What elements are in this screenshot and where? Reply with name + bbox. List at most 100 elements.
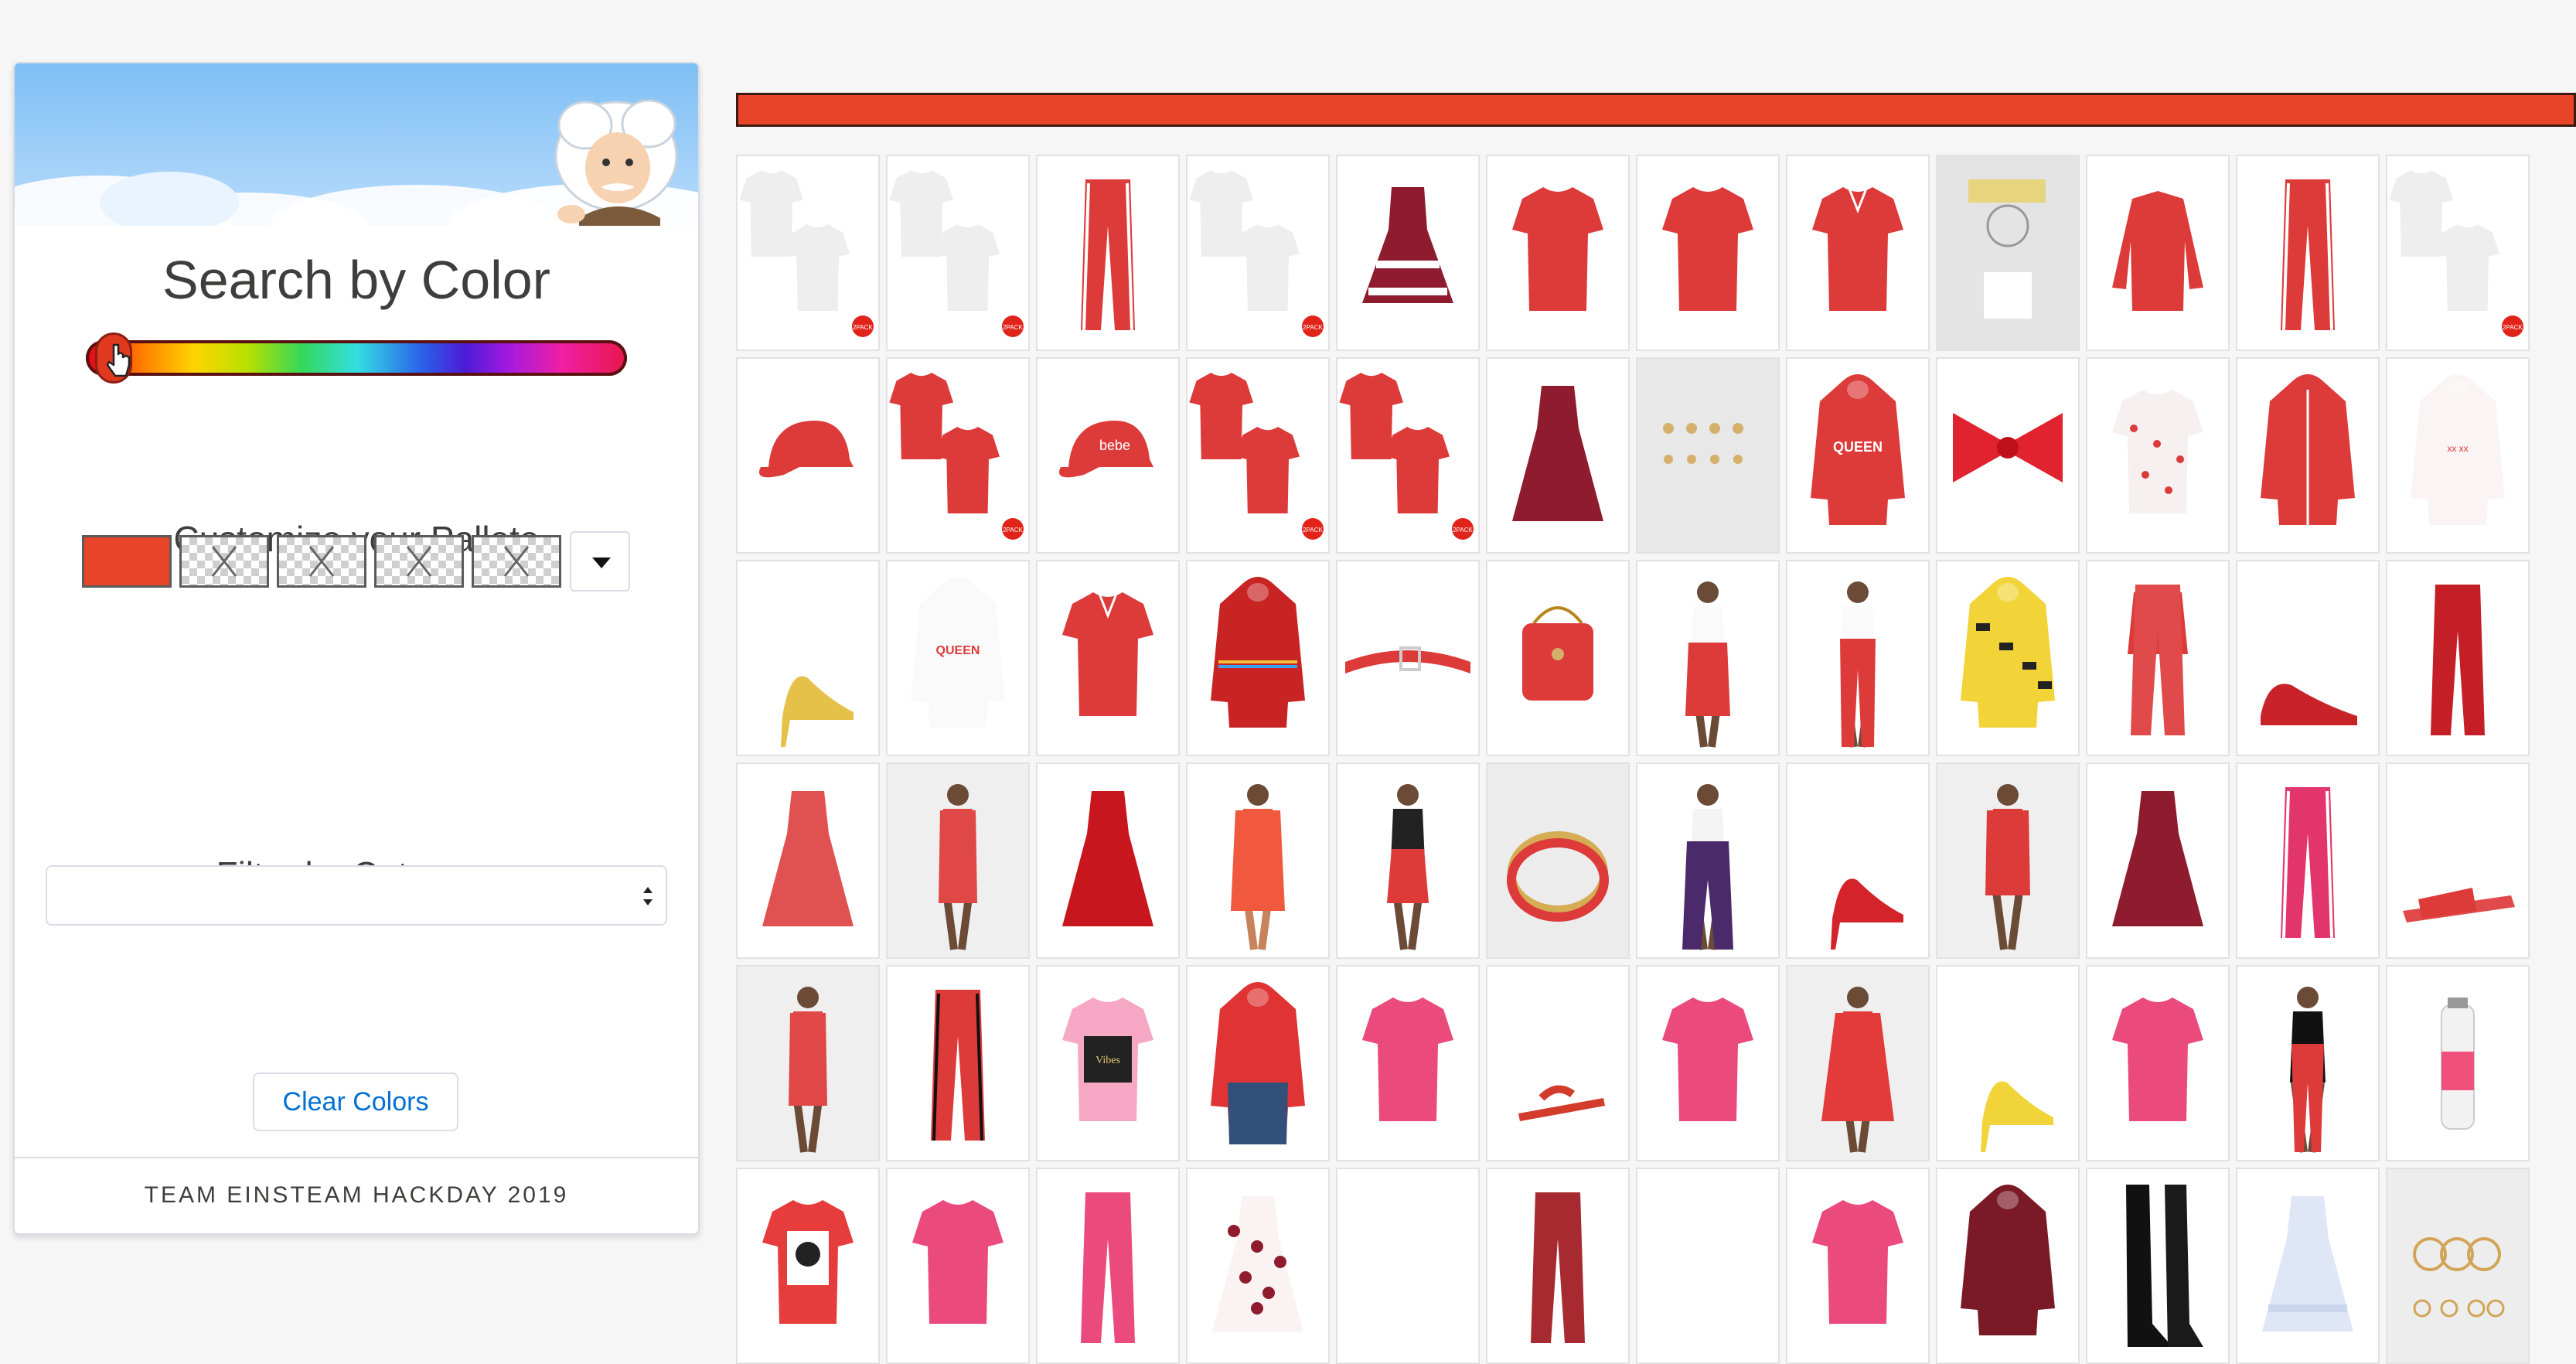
product-tile-candy-keychain[interactable] (1936, 155, 2080, 351)
product-tile-red-leggings[interactable] (2236, 965, 2380, 1161)
product-tile-red-off-shoulder-dress[interactable] (1936, 762, 2080, 959)
product-tile-yellow-sandal[interactable] (1936, 965, 2080, 1161)
product-tile-burgundy-hoodie[interactable] (1936, 1168, 2080, 1364)
category-select[interactable] (46, 865, 667, 926)
product-tile-earrings-set[interactable] (1636, 357, 1780, 554)
product-tile-red-polo-2pack[interactable]: 2PACK (1186, 357, 1330, 554)
product-tile-red-handbag[interactable] (1486, 560, 1630, 756)
product-tile-pink-pants[interactable] (1036, 1168, 1180, 1364)
product-tile-black-boots[interactable] (2086, 1168, 2230, 1364)
product-tile-white-polo-2pack[interactable]: 2PACK (886, 155, 1030, 351)
product-tile-suspender-pants[interactable] (1786, 560, 1930, 756)
svg-text:xx xx: xx xx (2447, 443, 2468, 454)
product-tile-red-polo[interactable] (1786, 155, 1930, 351)
product-tile-red-track-jacket[interactable] (2236, 357, 2380, 554)
empty-swatch-icon (211, 546, 237, 577)
palette-swatch-3[interactable] (277, 535, 366, 588)
product-tile-red-striped-pants[interactable] (1036, 155, 1180, 351)
product-tile-red-tee[interactable] (1636, 155, 1780, 351)
empty-swatch-icon (308, 546, 335, 577)
product-tile-cherry-print-tee[interactable] (2086, 357, 2230, 554)
selected-color-bar (736, 93, 2576, 127)
color-spectrum-slider[interactable] (86, 332, 627, 384)
product-tile-red-polo-2pack[interactable]: 2PACK (886, 357, 1030, 554)
product-tile-red-bodycon-dress[interactable] (736, 965, 880, 1161)
svg-text:QUEEN: QUEEN (936, 644, 980, 657)
product-tile-yellow-heel[interactable] (736, 560, 880, 756)
caret-down-icon (592, 558, 611, 568)
palette-menu-button[interactable] (570, 531, 630, 592)
pointer-cursor-icon (106, 343, 131, 377)
product-tile-pink-tee[interactable] (2086, 965, 2230, 1161)
product-tile-red-longsleeve[interactable] (2086, 155, 2230, 351)
product-tile-white-queen-hoodie[interactable]: QUEEN (886, 560, 1030, 756)
product-tile-vibes-tee[interactable]: Vibes (1036, 965, 1180, 1161)
product-tile-purple-pants[interactable] (1636, 762, 1780, 959)
svg-text:2PACK: 2PACK (1303, 324, 1323, 331)
product-tile-red-tee[interactable] (1486, 155, 1630, 351)
product-tile-ruffle-shirt-dress[interactable] (2236, 1168, 2380, 1364)
product-tile-graphic-tee[interactable] (736, 1168, 880, 1364)
product-tile-red-belt[interactable] (1336, 560, 1480, 756)
svg-text:2PACK: 2PACK (853, 324, 873, 331)
product-tile-pink-jeans[interactable] (2236, 762, 2380, 959)
product-tile-white-polo-2pack[interactable]: 2PACK (2386, 155, 2530, 351)
product-tile-red-cargo-pants[interactable] (1486, 1168, 1630, 1364)
svg-text:2PACK: 2PACK (1003, 324, 1023, 331)
product-tile-rainbow-stripe-hoodie[interactable] (1186, 560, 1330, 756)
product-tile-red-pajama-set[interactable] (2086, 560, 2230, 756)
product-tile-blank[interactable] (1336, 1168, 1480, 1364)
product-tile-red-polo-2pack[interactable]: 2PACK (1336, 357, 1480, 554)
product-tile-pink-tee[interactable] (1786, 1168, 1930, 1364)
svg-text:2PACK: 2PACK (1003, 527, 1023, 534)
product-tile-pink-tee[interactable] (886, 1168, 1030, 1364)
footer: TEAM EINSTEAM HACKDAY 2019 (15, 1157, 698, 1233)
svg-text:bebe: bebe (1099, 438, 1130, 453)
product-tile-red-joggers[interactable] (886, 965, 1030, 1161)
product-tile-red-white-dress[interactable] (1336, 155, 1480, 351)
product-tile-red-skater-dress[interactable] (1036, 762, 1180, 959)
product-tile-red-cap[interactable] (736, 357, 880, 554)
clear-colors-button[interactable]: Clear Colors (253, 1072, 458, 1131)
product-tile-red-sneaker[interactable] (2236, 560, 2380, 756)
product-tile-red-jeans[interactable] (2386, 560, 2530, 756)
product-tile-red-bodycon-dress[interactable] (886, 762, 1030, 959)
product-tile-red-skirt[interactable] (1336, 762, 1480, 959)
product-tile-white-polo-2pack[interactable]: 2PACK (1186, 155, 1330, 351)
product-tile-red-print-dress[interactable] (1786, 965, 1930, 1161)
palette-swatch-5[interactable] (472, 535, 561, 588)
product-tile-burgundy-dress[interactable] (2086, 762, 2230, 959)
page-title: Search by Color (162, 250, 550, 310)
svg-text:Vibes: Vibes (1095, 1055, 1120, 1066)
product-tile-pink-tee[interactable] (1336, 965, 1480, 1161)
product-tile-red-slide[interactable] (2386, 762, 2530, 959)
svg-text:2PACK: 2PACK (2503, 324, 2523, 331)
search-panel: Search by Color Customize your Pallete F… (13, 62, 700, 1235)
product-tile-red-graphic-hoodie[interactable] (1186, 965, 1330, 1161)
product-tile-floral-dress[interactable] (1186, 1168, 1330, 1364)
product-tile-red-hair-bow[interactable] (1936, 357, 2080, 554)
product-tile-yellow-print-hoodie[interactable] (1936, 560, 2080, 756)
product-tile-burgundy-dress[interactable] (1486, 357, 1630, 554)
product-tile-red-pump[interactable] (1786, 762, 1930, 959)
product-tile-white-polo-2pack[interactable]: 2PACK (736, 155, 880, 351)
product-tile-pink-bottle[interactable] (2386, 965, 2530, 1161)
product-tile-gold-bangles[interactable] (1486, 762, 1630, 959)
empty-swatch-icon (503, 546, 530, 577)
product-tile-blank[interactable] (1636, 1168, 1780, 1364)
svg-text:2PACK: 2PACK (1303, 527, 1323, 534)
product-tile-queen-hoodie[interactable]: QUEEN (1786, 357, 1930, 554)
product-tile-pink-tee[interactable] (1636, 965, 1780, 1161)
product-tile-red-robe[interactable] (1186, 762, 1330, 959)
product-tile-suspender-skirt[interactable] (1636, 560, 1780, 756)
product-tile-red-cap-embroidered[interactable]: bebe (1036, 357, 1180, 554)
product-tile-white-print-hoodie[interactable]: xx xx (2386, 357, 2530, 554)
palette-swatch-4[interactable] (374, 535, 464, 588)
product-tile-red-polo[interactable] (1036, 560, 1180, 756)
product-tile-red-striped-pants[interactable] (2236, 155, 2380, 351)
product-tile-gold-hoops[interactable] (2386, 1168, 2530, 1364)
palette-swatch-2[interactable] (179, 535, 269, 588)
product-tile-red-sandal[interactable] (1486, 965, 1630, 1161)
palette-swatch-1[interactable] (82, 535, 172, 588)
product-tile-red-midi-dress[interactable] (736, 762, 880, 959)
